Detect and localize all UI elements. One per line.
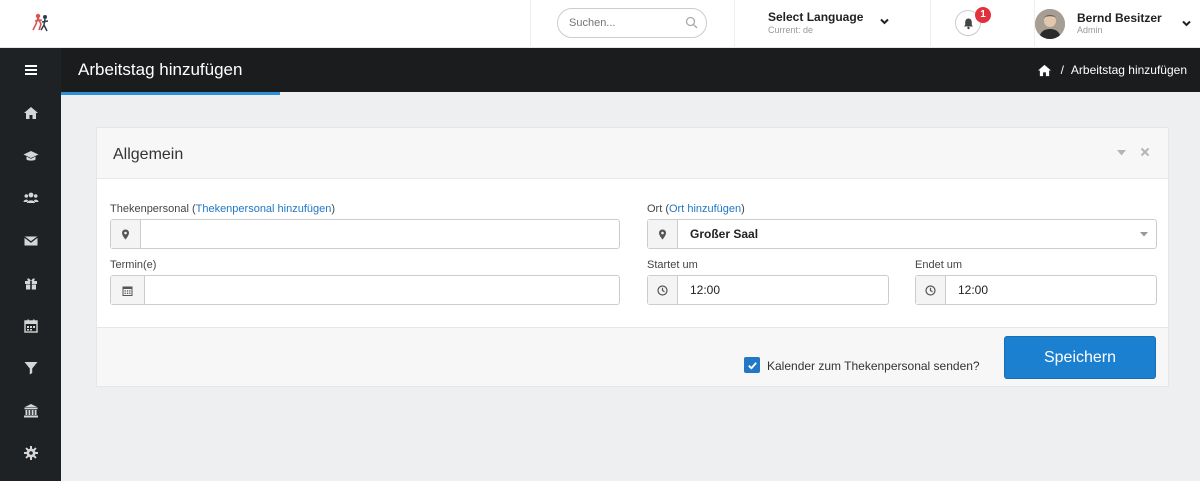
dates-field — [110, 275, 620, 305]
close-icon[interactable] — [1140, 147, 1150, 157]
clock-icon — [925, 284, 936, 296]
staff-label-end: ) — [331, 203, 336, 215]
checkmark-icon — [747, 361, 757, 370]
panel-header: Allgemein — [97, 128, 1168, 179]
bank-icon — [23, 404, 38, 418]
add-staff-link[interactable]: Thekenpersonal hinzufügen — [196, 203, 332, 215]
envelope-icon — [23, 236, 38, 246]
general-panel: Allgemein Thekenpersonal (Thekenpersonal… — [96, 127, 1169, 387]
start-addon — [648, 276, 678, 304]
sidebar-menu-toggle[interactable] — [0, 49, 61, 91]
dates-label: Termin(e) — [110, 259, 157, 271]
map-marker-icon — [659, 229, 666, 239]
calendar-checkbox-label[interactable]: Kalender zum Thekenpersonal senden? — [767, 359, 980, 373]
location-label-text: Ort ( — [647, 203, 669, 215]
sidebar-item-courses[interactable] — [0, 135, 61, 177]
language-selector[interactable]: Select Language Current: de — [734, 0, 930, 48]
breadcrumb-current: Arbeitstag hinzufügen — [1070, 63, 1187, 77]
notification-badge: 1 — [975, 7, 991, 23]
add-location-link[interactable]: Ort hinzufügen — [669, 203, 741, 215]
staff-label: Thekenpersonal (Thekenpersonal hinzufüge… — [110, 203, 335, 215]
calendar-icon — [122, 286, 133, 296]
panel-title: Allgemein — [113, 146, 184, 163]
staff-addon — [111, 220, 141, 248]
chevron-down-icon[interactable] — [879, 16, 890, 27]
start-time-input[interactable] — [678, 276, 888, 304]
breadcrumb-separator: / — [1060, 63, 1064, 77]
notifications: 1 — [930, 0, 1034, 48]
dates-addon — [111, 276, 145, 304]
home-icon — [23, 107, 38, 119]
staff-label-text: Thekenpersonal ( — [110, 203, 196, 215]
sidebar-item-users[interactable] — [0, 177, 61, 219]
location-selected-value: Großer Saal — [690, 227, 759, 241]
gear-icon — [23, 446, 38, 460]
page-title-bar: Arbeitstag hinzufügen / Arbeitstag hinzu… — [61, 48, 1200, 95]
calendar-checkbox[interactable] — [744, 357, 760, 373]
gift-icon — [24, 278, 37, 290]
sidebar-item-bar[interactable] — [0, 347, 61, 389]
graduation-cap-icon — [23, 151, 38, 161]
user-name: Bernd Besitzer — [1077, 11, 1162, 25]
location-label: Ort (Ort hinzufügen) — [647, 203, 745, 215]
sidebar-item-calendar[interactable] — [0, 305, 61, 347]
search-area — [530, 0, 734, 48]
sidebar-item-home[interactable] — [0, 92, 61, 134]
user-role: Admin — [1077, 25, 1103, 35]
page-title: Arbeitstag hinzufügen — [78, 60, 243, 79]
sidebar — [0, 48, 61, 481]
home-icon[interactable] — [1037, 64, 1052, 77]
end-time-input[interactable] — [946, 276, 1156, 304]
calendar-icon — [23, 319, 38, 333]
end-label: Endet um — [915, 259, 963, 271]
location-label-end: ) — [741, 203, 745, 215]
collapse-icon[interactable] — [1117, 150, 1126, 156]
language-current: Current: de — [768, 25, 814, 35]
map-marker-icon — [122, 229, 129, 239]
breadcrumb: / Arbeitstag hinzufügen — [1037, 63, 1187, 77]
sidebar-item-settings[interactable] — [0, 432, 61, 474]
staff-input[interactable] — [141, 220, 619, 248]
sidebar-item-messages[interactable] — [0, 220, 61, 262]
avatar[interactable] — [1035, 9, 1065, 39]
menu-icon — [24, 65, 37, 75]
top-header: Select Language Current: de 1 Bernd Besi… — [0, 0, 1200, 48]
dates-input[interactable] — [145, 276, 619, 304]
sidebar-item-bank[interactable] — [0, 390, 61, 432]
language-title: Select Language — [768, 10, 864, 24]
users-icon — [23, 192, 38, 203]
staff-field — [110, 219, 620, 249]
title-underline — [61, 92, 280, 95]
user-menu[interactable]: Bernd Besitzer Admin — [1034, 0, 1200, 48]
bell-icon — [964, 18, 973, 30]
logo-icon[interactable] — [30, 12, 52, 34]
filter-icon — [24, 362, 37, 375]
start-field — [647, 275, 889, 305]
location-select[interactable]: Großer Saal — [647, 219, 1157, 249]
end-addon — [916, 276, 946, 304]
chevron-down-icon[interactable] — [1181, 18, 1192, 29]
caret-down-icon[interactable] — [1132, 220, 1156, 248]
sidebar-item-gifts[interactable] — [0, 262, 61, 304]
save-button[interactable]: Speichern — [1004, 336, 1156, 379]
clock-icon — [657, 284, 668, 296]
search-icon[interactable] — [685, 16, 698, 29]
location-addon — [648, 220, 678, 248]
end-field — [915, 275, 1157, 305]
start-label: Startet um — [647, 259, 698, 271]
